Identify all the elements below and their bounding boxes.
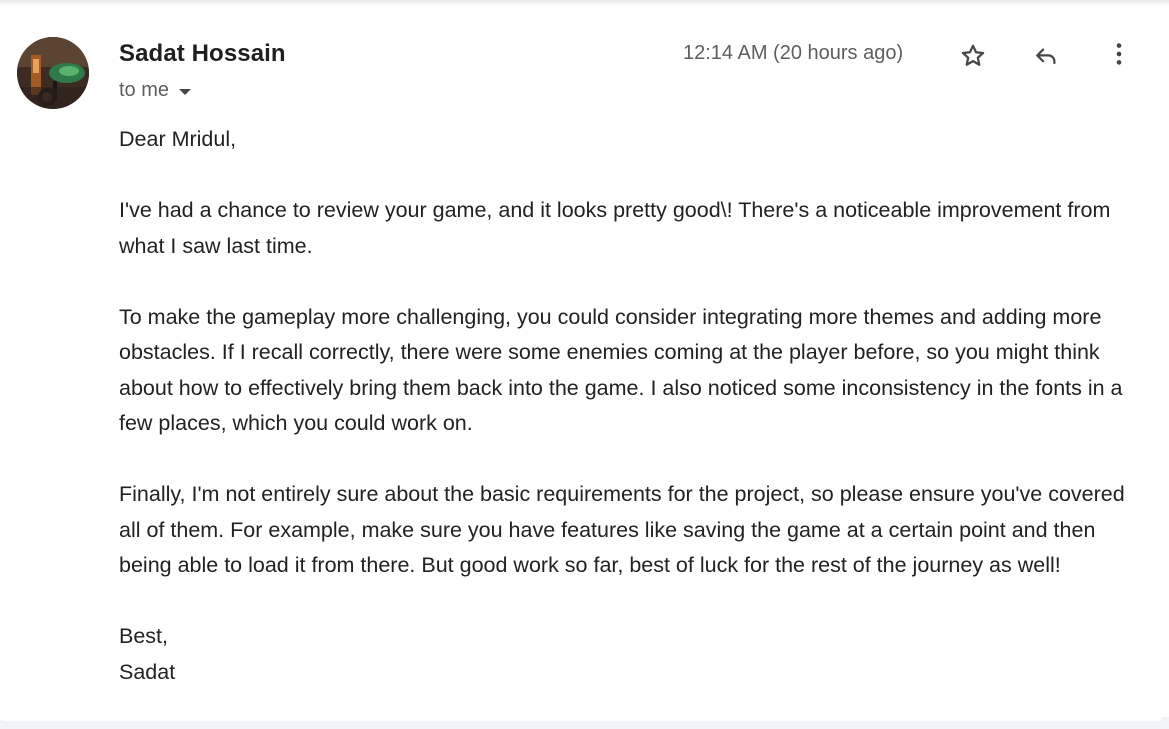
greeting: Dear Mridul, — [119, 127, 237, 151]
star-button[interactable] — [953, 36, 993, 76]
star-outline-icon — [961, 44, 985, 66]
sender-name: Sadat Hossain — [119, 40, 286, 67]
caret-down-icon — [179, 88, 192, 95]
more-options-button[interactable] — [1099, 34, 1139, 74]
recipient-details-toggle[interactable]: to me — [119, 79, 192, 102]
message-paragraph: I've had a chance to review your game, a… — [119, 198, 1111, 258]
signature: Sadat — [119, 659, 176, 684]
top-divider — [0, 0, 1169, 6]
bottom-divider — [0, 717, 1169, 729]
avatar-image — [17, 37, 89, 109]
email-message-view: Sadat Hossain to me 12:14 AM (20 hours a… — [0, 0, 1169, 729]
message-paragraph: Finally, I'm not entirely sure about the… — [119, 482, 1125, 577]
recipient-label: to me — [119, 79, 170, 101]
message-body: Dear Mridul, I've had a chance to review… — [119, 122, 1149, 690]
avatar[interactable] — [17, 37, 89, 109]
signoff: Best, — [119, 624, 168, 648]
timestamp: 12:14 AM (20 hours ago) — [683, 42, 904, 64]
more-vertical-icon — [1116, 43, 1122, 65]
reply-button[interactable] — [1026, 36, 1066, 76]
reply-icon — [1036, 48, 1056, 65]
message-paragraph: To make the gameplay more challenging, y… — [119, 304, 1123, 436]
